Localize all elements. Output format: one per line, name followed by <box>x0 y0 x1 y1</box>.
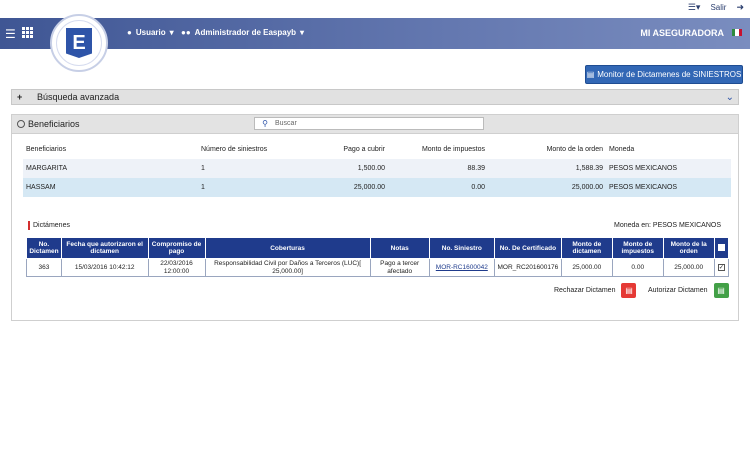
cell: Responsabilidad Civil por Daños a Tercer… <box>204 258 371 277</box>
checkbox-icon[interactable] <box>717 243 725 251</box>
search-box[interactable]: ⚲ Buscar <box>254 117 484 130</box>
hamburger-menu-icon[interactable]: ☰ <box>5 27 16 41</box>
col-header: Compromiso de pago <box>147 237 206 259</box>
cell: 1 <box>198 159 288 178</box>
cell: MOR-RC1600042 <box>428 258 495 277</box>
siniestro-link[interactable]: MOR-RC1600042 <box>436 264 488 271</box>
notification-icon[interactable]: ☰▾ <box>688 2 701 13</box>
moneda-label: Moneda en: PESOS MEXICANOS <box>614 222 721 229</box>
admin-menu[interactable]: ●● Administrador de Easpayb ▾ <box>181 28 304 37</box>
cell: PESOS MEXICANOS <box>606 159 731 178</box>
cell: 0.00 <box>611 258 664 277</box>
cell: MARGARITA <box>23 159 198 178</box>
cell: 0.00 <box>388 178 488 197</box>
panel-header: Beneficiarios ⚲ Buscar <box>12 115 738 134</box>
dictamenes-title-text: Dictámenes <box>33 222 70 229</box>
dictamenes-title: Dictámenes <box>28 221 70 230</box>
reject-action[interactable]: Rechazar Dictamen ▤ <box>554 283 637 298</box>
col-header: Beneficiarios <box>26 146 67 153</box>
col-header: Pago a cubrir <box>343 146 385 153</box>
authorize-doc-icon[interactable]: ▤ <box>713 283 729 298</box>
top-utility-bar: ☰▾ Salir ➜ <box>0 0 750 18</box>
col-header: No. Siniestro <box>428 237 495 259</box>
table-row[interactable]: HASSAM 1 25,000.00 0.00 25,000.00 PESOS … <box>23 178 731 197</box>
cell: 1,500.00 <box>288 159 388 178</box>
brand-name: MI ASEGURADORA <box>640 28 724 38</box>
chevron-down-icon: ▾ <box>300 28 305 37</box>
cell: 25,000.00 <box>288 178 388 197</box>
apps-grid-icon[interactable] <box>22 27 33 38</box>
search-icon: ⚲ <box>262 119 268 128</box>
col-header: Número de siniestros <box>201 146 268 153</box>
user-menu-label: Usuario <box>135 28 166 37</box>
col-header: No. Dictamen <box>26 237 62 259</box>
main-navbar: ☰ ● Usuario ▾ ●● Administrador de Easpay… <box>0 18 750 49</box>
cell: MOR_RC201600176 <box>493 258 562 277</box>
document-icon: ▤ <box>586 70 595 79</box>
cell: 22/03/2016 12:00:00 <box>147 258 206 277</box>
user-icon: ● <box>127 28 132 37</box>
admin-menu-label: Administrador de Easpayb <box>194 28 297 37</box>
table-header-row: Beneficiarios Número de siniestros Pago … <box>23 140 731 159</box>
cell: 25,000.00 <box>662 258 715 277</box>
col-header: Monto de la orden <box>546 146 603 153</box>
cell: HASSAM <box>23 178 198 197</box>
logout-link[interactable]: Salir <box>710 3 726 12</box>
panel-title: Beneficiarios <box>28 119 80 129</box>
table-header-row: No. Dictamen Fecha que autorizaron el di… <box>26 237 730 259</box>
monitor-dictamenes-button[interactable]: ▤ Monitor de Dictamenes de SINIESTROS <box>585 65 743 84</box>
col-header: Fecha que autorizaron el dictamen <box>60 237 149 259</box>
users-icon: ●● <box>181 28 191 37</box>
mexico-flag-icon <box>732 29 742 36</box>
chevron-down-icon: ▾ <box>169 28 174 37</box>
dictamenes-table: No. Dictamen Fecha que autorizaron el di… <box>26 237 730 277</box>
col-header: Monto de la orden <box>662 237 715 259</box>
expand-toggle[interactable]: + <box>17 92 37 102</box>
col-header: Notas <box>369 237 430 259</box>
app-logo[interactable]: E <box>50 14 108 72</box>
cell: Pago a tercer afectado <box>369 258 430 277</box>
col-header: Coberturas <box>204 237 371 259</box>
table-row[interactable]: 363 15/03/2016 10:42:12 22/03/2016 12:00… <box>26 258 730 277</box>
advanced-search-bar[interactable]: + Búsqueda avanzada ⌄ <box>11 89 739 105</box>
authorize-label: Autorizar Dictamen <box>648 287 708 294</box>
select-all-checkbox[interactable] <box>713 237 730 259</box>
cell: 25,000.00 <box>488 178 606 197</box>
cell: 25,000.00 <box>560 258 613 277</box>
user-menu[interactable]: ● Usuario ▾ <box>127 28 174 37</box>
col-header: Moneda <box>609 146 635 153</box>
beneficiarios-panel: Beneficiarios ⚲ Buscar Beneficiarios Núm… <box>11 114 739 321</box>
section-marker <box>28 221 30 230</box>
col-header: No. De Certificado <box>493 237 562 259</box>
chevron-down-icon[interactable]: ⌄ <box>726 92 734 103</box>
cell: 88.39 <box>388 159 488 178</box>
cell: 15/03/2016 10:42:12 <box>60 258 149 277</box>
cell: PESOS MEXICANOS <box>606 178 731 197</box>
checkbox-checked-icon[interactable]: ✓ <box>717 263 725 271</box>
table-row[interactable]: MARGARITA 1 1,500.00 88.39 1,588.39 PESO… <box>23 159 731 178</box>
circle-icon <box>17 120 25 128</box>
cell: 1,588.39 <box>488 159 606 178</box>
authorize-action[interactable]: Autorizar Dictamen ▤ <box>648 283 729 298</box>
beneficiarios-table: Beneficiarios Número de siniestros Pago … <box>23 140 731 197</box>
search-input[interactable]: Buscar <box>275 120 297 127</box>
col-header: Monto de dictamen <box>560 237 613 259</box>
monitor-button-label: Monitor de Dictamenes de SINIESTROS <box>597 70 742 79</box>
cell: 1 <box>198 178 288 197</box>
col-header: Monto de impuestos <box>611 237 664 259</box>
logout-icon[interactable]: ➜ <box>736 2 744 13</box>
advanced-search-label: Búsqueda avanzada <box>37 92 120 102</box>
row-checkbox[interactable]: ✓ <box>713 258 730 277</box>
reject-label: Rechazar Dictamen <box>554 287 616 294</box>
logo-emblem-icon: E <box>66 28 92 58</box>
col-header: Monto de impuestos <box>421 146 485 153</box>
cell: 363 <box>26 258 62 277</box>
reject-pdf-icon[interactable]: ▤ <box>621 283 637 298</box>
